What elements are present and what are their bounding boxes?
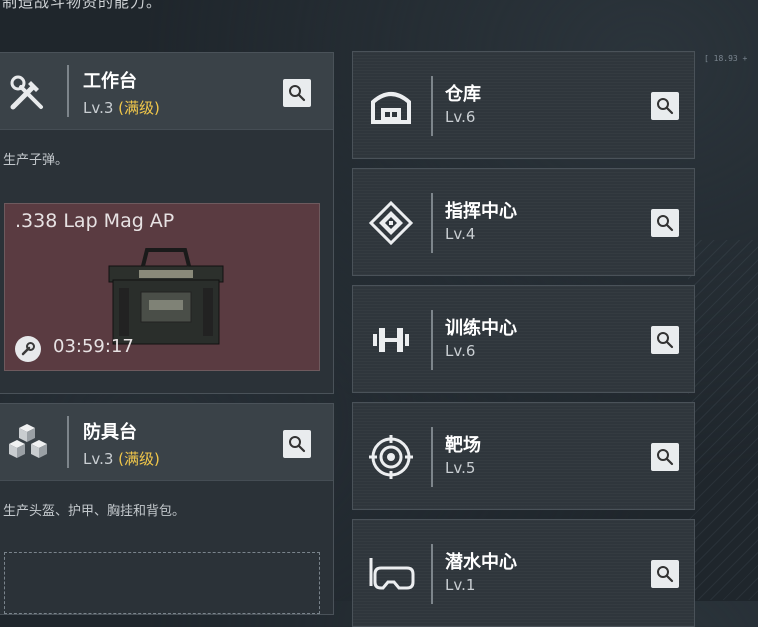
divider	[431, 310, 433, 370]
search-button[interactable]	[651, 326, 679, 354]
card-title: 指挥中心	[445, 201, 517, 222]
card-title: 工作台	[83, 71, 137, 92]
card-level: Lv.3 (满级)	[83, 448, 160, 469]
search-icon	[289, 436, 306, 453]
workbench-header: 工作台 Lv.3 (满级)	[0, 53, 333, 130]
maxed-badge: (满级)	[118, 450, 160, 468]
search-button[interactable]	[283, 430, 311, 458]
search-button[interactable]	[651, 92, 679, 120]
card-title: 训练中心	[445, 318, 517, 339]
command-center-icon	[367, 199, 415, 247]
target-icon	[367, 433, 415, 481]
card-level: Lv.1	[445, 576, 476, 594]
card-level: Lv.3 (满级)	[83, 97, 160, 118]
ammo-box-image	[101, 240, 231, 350]
divider	[67, 65, 69, 117]
divider	[431, 76, 433, 136]
card-title: 靶场	[445, 435, 481, 456]
facility-card-command-center[interactable]: 指挥中心 Lv.4	[352, 168, 695, 276]
search-icon	[657, 332, 674, 349]
facility-card-warehouse[interactable]: 仓库 Lv.6	[352, 51, 695, 159]
warehouse-icon	[367, 82, 415, 130]
search-button[interactable]	[283, 79, 311, 107]
card-level: Lv.5	[445, 459, 476, 477]
production-timer: 03:59:17	[53, 336, 134, 357]
background-decoration	[688, 240, 758, 600]
facility-card-diving-center[interactable]: 潜水中心 Lv.1	[352, 519, 695, 627]
divider	[431, 193, 433, 253]
facility-card-shooting-range[interactable]: 靶场 Lv.5	[352, 402, 695, 510]
armor-bench-header: 防具台 Lv.3 (满级)	[0, 404, 333, 481]
search-icon	[657, 98, 674, 115]
search-icon	[657, 449, 674, 466]
card-title: 潜水中心	[445, 552, 517, 573]
search-icon	[289, 85, 306, 102]
wrench-icon	[15, 336, 41, 362]
facility-card-training-center[interactable]: 训练中心 Lv.6	[352, 285, 695, 393]
card-level: Lv.6	[445, 108, 476, 126]
card-description: 生产子弹。	[3, 153, 69, 168]
search-icon	[657, 215, 674, 232]
card-title: 仓库	[445, 84, 481, 105]
maxed-badge: (满级)	[118, 99, 160, 117]
divider	[67, 416, 69, 468]
search-button[interactable]	[651, 209, 679, 237]
production-slot[interactable]: .338 Lap Mag AP 03:59:17	[4, 203, 320, 371]
cubes-icon	[3, 418, 53, 468]
card-description: 生产头盔、护甲、胸挂和背包。	[3, 504, 186, 519]
production-item-name: .338 Lap Mag AP	[15, 210, 175, 232]
tools-icon	[3, 67, 53, 117]
divider	[431, 427, 433, 487]
divider	[431, 544, 433, 604]
level-value: Lv.3	[83, 450, 114, 468]
search-icon	[657, 566, 674, 583]
empty-production-slot[interactable]	[4, 552, 320, 614]
section-description: 制造战斗物资的能力。	[2, 0, 163, 11]
dumbbell-icon	[367, 316, 415, 364]
search-button[interactable]	[651, 560, 679, 588]
card-level: Lv.4	[445, 225, 476, 243]
diving-mask-icon	[367, 550, 415, 598]
search-button[interactable]	[651, 443, 679, 471]
card-title: 防具台	[83, 422, 137, 443]
level-value: Lv.3	[83, 99, 114, 117]
card-level: Lv.6	[445, 342, 476, 360]
deco-readout: [ 18.93 +	[704, 54, 748, 63]
